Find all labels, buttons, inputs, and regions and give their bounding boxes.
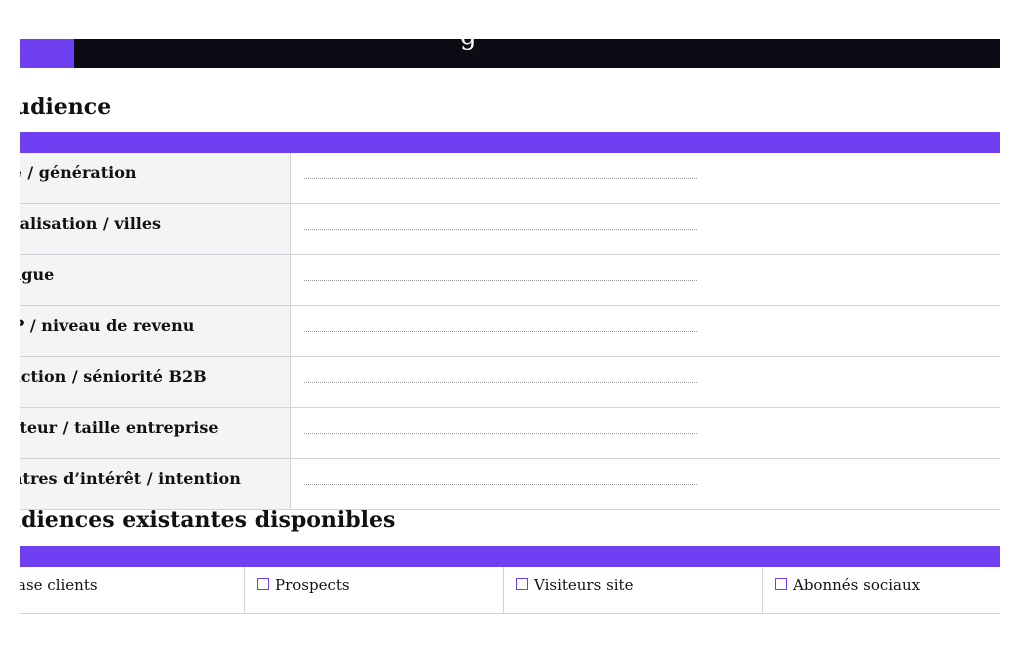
dotted-fill-line: [304, 178, 697, 179]
checkbox-icon[interactable]: [775, 578, 787, 590]
existing-table-header-bar: [20, 546, 1000, 567]
audience-section-title: Audience: [20, 94, 112, 120]
criteria-input-field[interactable]: [291, 306, 1000, 356]
criteria-label: Secteur / taille entreprise: [20, 408, 291, 458]
criteria-row: Langue: [20, 255, 1000, 306]
audience-option-abonnes-sociaux[interactable]: Abonnés sociaux: [763, 567, 1000, 613]
header-band: g: [20, 23, 1000, 68]
audience-option-prospects[interactable]: Prospects: [245, 567, 504, 613]
dotted-fill-line: [304, 382, 697, 383]
existing-audiences-title: Audiences existantes disponibles: [20, 507, 396, 533]
audience-criteria-table: Âge / génération Localisation / villes L…: [20, 153, 1000, 510]
criteria-label: CSP / niveau de revenu: [20, 306, 291, 356]
criteria-label-text: Langue: [20, 265, 55, 284]
criteria-label: Fonction / séniorité B2B: [20, 357, 291, 407]
criteria-label-text: CSP / niveau de revenu: [20, 316, 195, 335]
audience-table-header-bar: [20, 132, 1000, 153]
audience-option-visiteurs-site[interactable]: Visiteurs site: [504, 567, 763, 613]
header-title-fragment: g: [460, 21, 477, 51]
checkbox-icon[interactable]: [257, 578, 269, 590]
audience-option-label: Prospects: [275, 576, 350, 594]
checkbox-icon[interactable]: [516, 578, 528, 590]
dotted-fill-line: [304, 433, 697, 434]
header-accent-block: [20, 39, 74, 68]
criteria-row: Fonction / séniorité B2B: [20, 357, 1000, 408]
criteria-input-field[interactable]: [291, 459, 1000, 509]
dotted-fill-line: [304, 331, 697, 332]
criteria-input-field[interactable]: [291, 255, 1000, 305]
criteria-input-field[interactable]: [291, 408, 1000, 458]
criteria-row: Âge / génération: [20, 153, 1000, 204]
criteria-label: Langue: [20, 255, 291, 305]
criteria-label-text: Secteur / taille entreprise: [20, 418, 219, 437]
dotted-fill-line: [304, 229, 697, 230]
criteria-row: CSP / niveau de revenu: [20, 306, 1000, 357]
criteria-label: Centres d’intérêt / intention: [20, 459, 291, 509]
criteria-label-text: Âge / génération: [20, 163, 137, 182]
dotted-fill-line: [304, 484, 697, 485]
criteria-label: Localisation / villes: [20, 204, 291, 254]
criteria-row: Localisation / villes: [20, 204, 1000, 255]
existing-audiences-row: Base clients Prospects Visiteurs site Ab…: [20, 567, 1000, 614]
document-page: g Audience Âge / génération Localisation…: [20, 0, 1000, 621]
criteria-label-text: Fonction / séniorité B2B: [20, 367, 207, 386]
criteria-label: Âge / génération: [20, 153, 291, 203]
audience-option-base-clients[interactable]: Base clients: [20, 567, 245, 613]
audience-option-label: Base clients: [20, 576, 98, 594]
audience-option-label: Abonnés sociaux: [793, 576, 921, 594]
criteria-input-field[interactable]: [291, 153, 1000, 203]
criteria-label-text: Centres d’intérêt / intention: [20, 469, 241, 488]
criteria-row: Centres d’intérêt / intention: [20, 459, 1000, 510]
audience-option-label: Visiteurs site: [534, 576, 634, 594]
criteria-input-field[interactable]: [291, 204, 1000, 254]
dotted-fill-line: [304, 280, 697, 281]
criteria-label-text: Localisation / villes: [20, 214, 162, 233]
criteria-input-field[interactable]: [291, 357, 1000, 407]
criteria-row: Secteur / taille entreprise: [20, 408, 1000, 459]
